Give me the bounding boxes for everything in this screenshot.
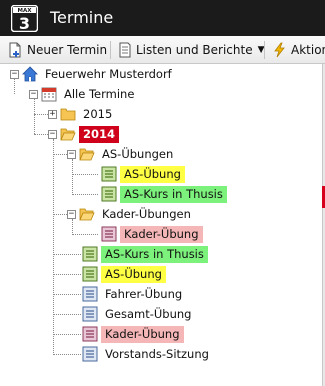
tree-line bbox=[53, 334, 81, 335]
collapse-toggle[interactable]: − bbox=[29, 90, 38, 99]
tree-line bbox=[72, 159, 73, 195]
collapse-toggle[interactable]: − bbox=[48, 130, 57, 139]
tree-node-label: 2014 bbox=[79, 125, 120, 143]
tree-node-label: AS-Kurs in Thusis bbox=[101, 245, 208, 263]
tree-line bbox=[53, 274, 81, 275]
appointment-icon bbox=[82, 306, 98, 322]
window-title: Termine bbox=[50, 8, 114, 27]
tree-line bbox=[53, 254, 81, 255]
tree-node-label: Feuerwehr Musterdorf bbox=[45, 66, 172, 81]
tree-node-label: AS-Übung bbox=[120, 165, 185, 183]
tree-node-label: Kader-Übung bbox=[120, 225, 203, 243]
tree-line bbox=[53, 214, 67, 215]
appointment-icon bbox=[101, 186, 117, 202]
title-bar: MAX 3 Termine bbox=[0, 0, 325, 36]
collapse-toggle[interactable]: − bbox=[10, 70, 19, 79]
app-logo-icon: MAX 3 bbox=[11, 5, 38, 32]
tree-line bbox=[53, 154, 67, 155]
actions-label: Aktion bbox=[291, 43, 325, 57]
tree-node-year-2014[interactable]: 2014 bbox=[60, 125, 120, 143]
new-appointment-label: Neuer Termin bbox=[27, 43, 108, 57]
toolbar: Neuer Termin Listen und Berichte ▼ Aktio… bbox=[0, 36, 325, 64]
tree-node-appointment[interactable]: AS-Übung bbox=[82, 265, 166, 283]
appointment-icon bbox=[82, 266, 98, 282]
collapse-toggle[interactable]: − bbox=[67, 150, 76, 159]
report-icon bbox=[119, 42, 131, 58]
appointment-icon bbox=[82, 246, 98, 262]
tree-line bbox=[72, 219, 73, 235]
tree-node-as-uebungen[interactable]: AS-Übungen bbox=[79, 145, 177, 163]
appointment-icon bbox=[82, 326, 98, 342]
folder-open-icon bbox=[79, 208, 95, 221]
tree-node-appointment[interactable]: Kader-Übung bbox=[101, 225, 203, 243]
collapse-toggle[interactable]: − bbox=[67, 210, 76, 219]
appointment-icon bbox=[101, 226, 117, 242]
tree-line bbox=[72, 174, 98, 175]
tree-node-label: AS-Übung bbox=[101, 265, 166, 283]
tree-line bbox=[72, 194, 98, 195]
tree-node-label: Vorstands-Sitzung bbox=[105, 346, 209, 361]
tree-node-appointment[interactable]: AS-Kurs in Thusis bbox=[101, 185, 227, 203]
lists-reports-button[interactable]: Listen und Berichte ▼ bbox=[117, 40, 265, 60]
actions-button[interactable]: Aktion bbox=[272, 40, 325, 60]
folder-open-icon bbox=[60, 128, 76, 141]
tree-node-all-appointments[interactable]: Alle Termine bbox=[41, 85, 138, 103]
home-icon bbox=[22, 66, 38, 82]
expand-toggle[interactable]: + bbox=[48, 110, 57, 119]
tree-line bbox=[72, 234, 98, 235]
folder-closed-icon bbox=[60, 108, 76, 121]
tree-line bbox=[34, 114, 48, 115]
folder-open-icon bbox=[79, 148, 95, 161]
tree-line bbox=[53, 354, 81, 355]
tree-node-appointment[interactable]: AS-Übung bbox=[101, 165, 185, 183]
tree-node-appointment[interactable]: Kader-Übung bbox=[82, 325, 184, 343]
appointment-icon bbox=[101, 166, 117, 182]
tree-node-label: 2015 bbox=[83, 106, 113, 121]
tree-node-label: Alle Termine bbox=[64, 86, 135, 101]
lightning-icon bbox=[274, 42, 285, 58]
tree-node-appointment[interactable]: AS-Kurs in Thusis bbox=[82, 245, 208, 263]
tree-line bbox=[53, 294, 81, 295]
tree-node-appointment[interactable]: Fahrer-Übung bbox=[82, 285, 186, 303]
calendar-icon bbox=[41, 87, 57, 102]
tree-node-label: AS-Kurs in Thusis bbox=[120, 185, 227, 203]
new-appointment-button[interactable]: Neuer Termin bbox=[8, 40, 107, 60]
tree-node-appointment[interactable]: Gesamt-Übung bbox=[82, 305, 195, 323]
tree-node-root[interactable]: Feuerwehr Musterdorf bbox=[22, 65, 176, 83]
tree-line bbox=[34, 134, 48, 135]
tree-node-year-2015[interactable]: 2015 bbox=[60, 105, 116, 123]
svg-text:3: 3 bbox=[19, 14, 30, 32]
tree-node-label: Fahrer-Übung bbox=[105, 286, 183, 301]
tree-node-appointment[interactable]: Vorstands-Sitzung bbox=[82, 345, 213, 363]
tree-node-label: Kader-Übungen bbox=[102, 206, 191, 221]
tree-node-kader-uebungen[interactable]: Kader-Übungen bbox=[79, 205, 195, 223]
appointment-icon bbox=[82, 286, 98, 302]
tree-node-label: Kader-Übung bbox=[101, 325, 184, 343]
tree-line bbox=[53, 314, 81, 315]
tree-line bbox=[53, 139, 54, 355]
appointment-icon bbox=[82, 346, 98, 362]
toolbar-separator bbox=[110, 41, 111, 59]
tree-node-label: Gesamt-Übung bbox=[105, 306, 192, 321]
tree-node-label: AS-Übungen bbox=[102, 146, 174, 161]
new-document-icon bbox=[9, 42, 21, 58]
lists-reports-label: Listen und Berichte bbox=[136, 43, 253, 57]
toolbar-separator bbox=[264, 41, 265, 59]
